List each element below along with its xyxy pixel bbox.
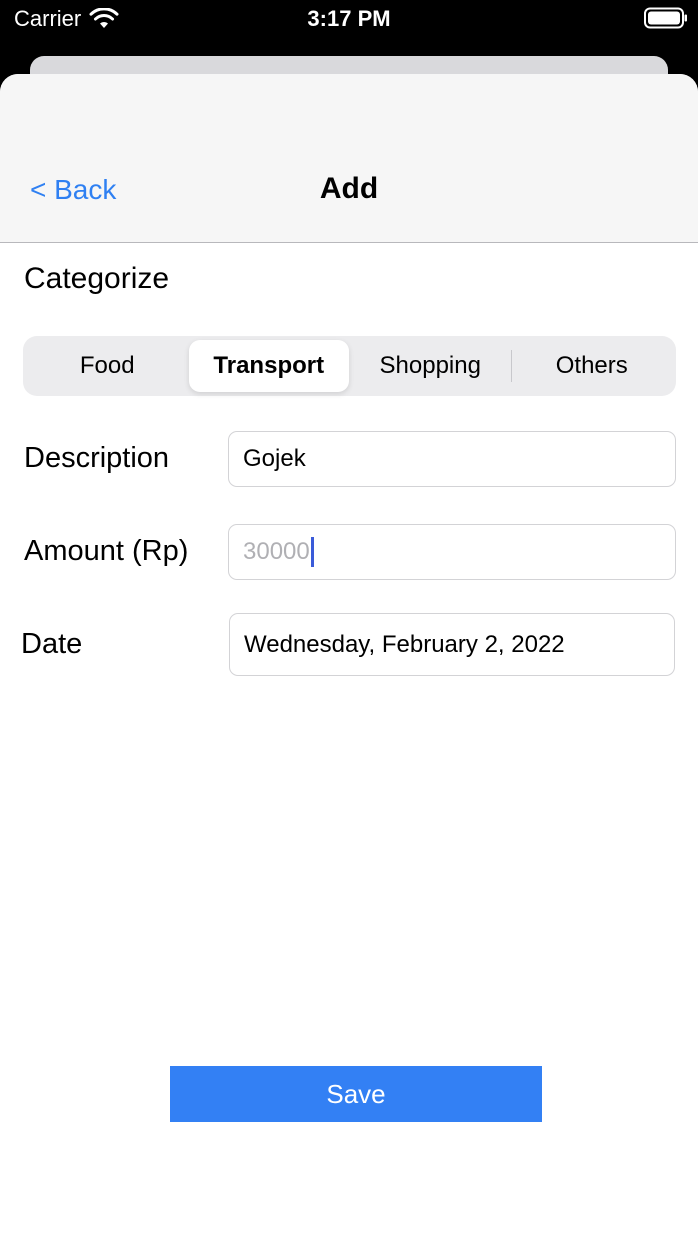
segment-transport[interactable]: Transport: [188, 340, 349, 392]
date-label: Date: [21, 628, 83, 660]
category-segmented-control: Food Transport Shopping Others: [23, 336, 676, 396]
page-title: Add: [319, 172, 379, 205]
app-screen: Carrier 3:17 PM < Back Add Categorize Fo…: [0, 0, 698, 1238]
description-label: Description: [24, 442, 170, 474]
description-field[interactable]: Gojek: [228, 431, 676, 487]
status-time: 3:17 PM: [307, 6, 391, 31]
description-value: Gojek: [243, 445, 306, 472]
amount-field[interactable]: 30000: [228, 524, 676, 580]
amount-label: Amount (Rp): [24, 535, 189, 567]
add-sheet: < Back Add Categorize Food Transport Sho…: [0, 74, 698, 1238]
battery-icon: [644, 7, 687, 29]
categorize-label: Categorize: [24, 262, 170, 295]
segment-shopping[interactable]: Shopping: [350, 340, 511, 392]
segment-others[interactable]: Others: [512, 340, 673, 392]
navigation-bar: < Back Add: [0, 74, 698, 243]
amount-placeholder: 30000: [243, 538, 310, 565]
segment-food[interactable]: Food: [27, 340, 188, 392]
date-value: Wednesday, February 2, 2022: [244, 630, 565, 658]
text-cursor: [310, 537, 314, 567]
save-button[interactable]: Save: [170, 1066, 542, 1122]
date-picker[interactable]: Wednesday, February 2, 2022: [229, 613, 675, 676]
status-bar: Carrier 3:17 PM: [0, 0, 698, 40]
